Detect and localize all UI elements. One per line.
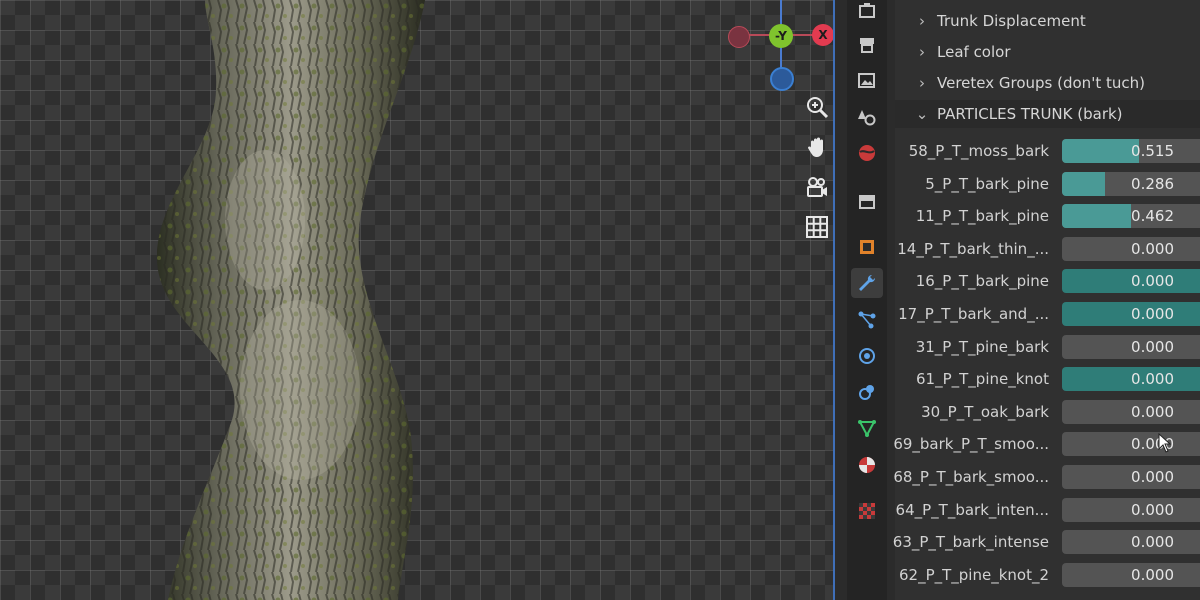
property-label: 30_P_T_oak_bark [921,403,1049,421]
property-label: 14_P_T_bark_thin_... [897,240,1049,258]
section-trunk-displacement[interactable]: › Trunk Displacement [895,7,1200,35]
property-row: 11_P_T_bark_pine 0.462 [895,204,1200,230]
texture-icon[interactable] [851,496,883,526]
property-value: 0.000 [1131,370,1174,388]
property-slider[interactable]: 0.000 [1062,563,1200,587]
property-label: 61_P_T_pine_knot [916,370,1049,388]
property-label: 11_P_T_bark_pine [915,207,1049,225]
property-row: 58_P_T_moss_bark 0.515 [895,139,1200,165]
property-label: 16_P_T_bark_pine [915,272,1049,290]
property-slider[interactable]: 0.000 [1062,269,1200,293]
property-slider[interactable]: 0.000 [1062,302,1200,326]
property-value: 0.515 [1131,142,1174,160]
gizmo-neg-y-ball[interactable]: -Y [769,24,793,48]
property-row: 5_P_T_bark_pine 0.286 [895,172,1200,198]
property-slider[interactable]: 0.000 [1062,400,1200,424]
grid-icon[interactable] [803,213,831,241]
object-icon[interactable] [851,232,883,262]
property-value: 0.286 [1131,175,1174,193]
tool-icon[interactable] [851,0,883,26]
property-label: 58_P_T_moss_bark [908,142,1049,160]
modifier-wrench-icon[interactable] [851,268,883,298]
property-row: 30_P_T_oak_bark 0.000 [895,400,1200,426]
section-label: Veretex Groups (don't tuch) [937,74,1145,92]
chevron-right-icon: › [919,43,925,61]
material-icon[interactable] [851,450,883,480]
physics-icon[interactable] [851,341,883,371]
property-label: 68_P_T_bark_smoo... [893,468,1049,486]
view-layer-icon[interactable] [851,102,883,132]
viewport-active-border [833,0,835,600]
property-label: 17_P_T_bark_and_... [898,305,1049,323]
properties-tab-strip [847,0,887,600]
property-label: 62_P_T_pine_knot_2 [898,566,1049,584]
property-value: 0.000 [1131,240,1174,258]
property-slider[interactable]: 0.000 [1062,498,1200,522]
particles-icon[interactable] [851,305,883,335]
property-label: 69_bark_P_T_smoo... [893,435,1049,453]
property-label: 31_P_T_pine_bark [915,338,1049,356]
property-label: 64_P_T_bark_inten... [895,501,1049,519]
property-value: 0.000 [1131,403,1174,421]
property-row: 31_P_T_pine_bark 0.000 [895,335,1200,361]
property-slider[interactable]: 0.000 [1062,367,1200,391]
object-data-icon[interactable] [851,413,883,443]
property-slider[interactable]: 0.462 [1062,204,1200,228]
hand-pan-icon[interactable] [803,133,831,161]
gizmo-neg-z-ball[interactable] [770,67,794,91]
constraints-icon[interactable] [851,377,883,407]
property-slider[interactable]: 0.000 [1062,465,1200,489]
property-row: 61_P_T_pine_knot 0.000 [895,367,1200,393]
collection-icon[interactable] [851,186,883,216]
chevron-right-icon: › [919,12,925,30]
property-row: 64_P_T_bark_inten... 0.000 [895,498,1200,524]
section-label: Leaf color [937,43,1011,61]
camera-icon[interactable] [803,173,831,201]
chevron-right-icon: › [919,74,925,92]
section-label: Trunk Displacement [937,12,1086,30]
property-row: 68_P_T_bark_smoo... 0.000 [893,465,1200,491]
property-value: 0.000 [1131,533,1174,551]
3d-viewport[interactable]: -Y X [0,0,835,600]
property-value: 0.000 [1131,566,1174,584]
property-row: 63_P_T_bark_intense 0.000 [892,530,1200,556]
property-slider[interactable]: 0.000 [1062,335,1200,359]
property-slider[interactable]: 0.000 [1062,237,1200,261]
section-vertex-groups[interactable]: › Veretex Groups (don't tuch) [895,69,1200,97]
section-label: PARTICLES TRUNK (bark) [937,105,1123,123]
section-leaf-color[interactable]: › Leaf color [895,38,1200,66]
property-value: 0.000 [1131,305,1174,323]
property-slider[interactable]: 0.286 [1062,172,1200,196]
tree-trunk-model [156,0,425,600]
property-value: 0.000 [1131,338,1174,356]
property-value: 0.000 [1131,272,1174,290]
property-row: 14_P_T_bark_thin_... 0.000 [895,237,1200,263]
gizmo-neg-y-label: -Y [775,29,787,43]
chevron-down-icon: ⌄ [915,105,929,123]
render-icon[interactable] [851,30,883,60]
property-slider[interactable]: 0.000 [1062,530,1200,554]
property-value: 0.462 [1131,207,1174,225]
property-slider[interactable]: 0.000 [1062,432,1200,456]
gizmo-x-ball[interactable]: X [812,24,834,46]
property-label: 5_P_T_bark_pine [925,175,1049,193]
zoom-icon[interactable] [803,93,831,121]
property-row: 16_P_T_bark_pine 0.000 [895,269,1200,295]
property-row: 17_P_T_bark_and_... 0.000 [895,302,1200,328]
gizmo-neg-x-ball[interactable] [728,26,750,48]
output-icon[interactable] [851,66,883,96]
properties-panel: › Trunk Displacement › Leaf color › Vere… [892,0,1200,600]
property-value: 0.000 [1131,501,1174,519]
gizmo-x-label: X [818,28,828,42]
section-particles-trunk[interactable]: ⌄ PARTICLES TRUNK (bark) [895,100,1200,128]
property-row: 69_bark_P_T_smoo... 0.000 [893,432,1200,458]
property-slider[interactable]: 0.515 [1062,139,1200,163]
property-label: 63_P_T_bark_intense [892,533,1049,551]
mouse-cursor-icon [1158,433,1172,453]
property-row: 62_P_T_pine_knot_2 0.000 [895,563,1200,589]
scene-icon[interactable] [851,138,883,168]
property-value: 0.000 [1131,468,1174,486]
